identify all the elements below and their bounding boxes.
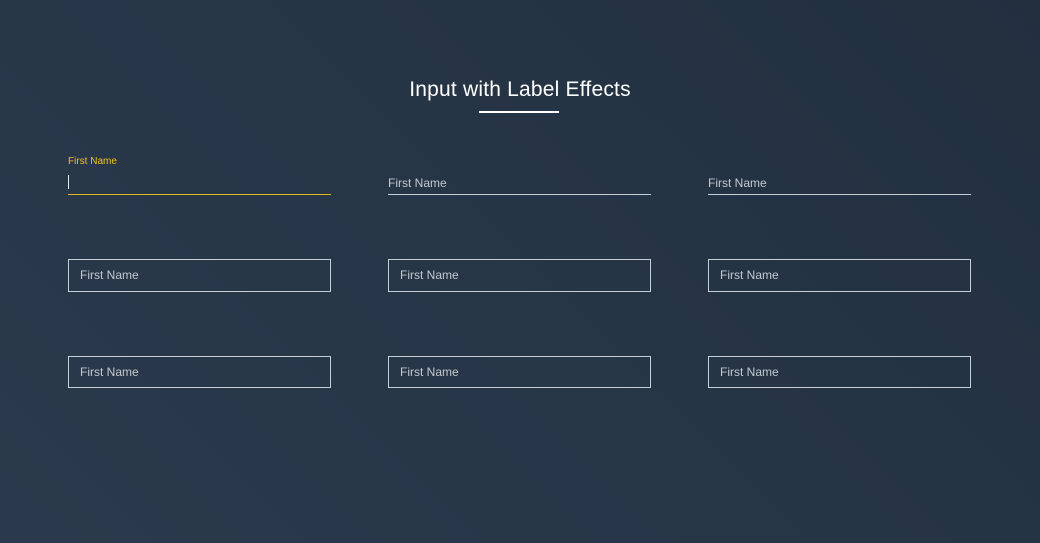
page-title: Input with Label Effects [409,78,631,101]
first-name-input-underline-1[interactable]: First Name [68,135,331,195]
first-name-input-boxed-5[interactable]: First Name [388,356,651,388]
placeholder-label: First Name [80,268,139,282]
placeholder-label: First Name [80,365,139,379]
input-underline [388,194,651,195]
placeholder-label: First Name [388,176,447,190]
input-underline [68,194,331,195]
placeholder-label: First Name [720,365,779,379]
first-name-input-boxed-2[interactable]: First Name [388,259,651,292]
placeholder-label: First Name [708,176,767,190]
first-name-input-boxed-6[interactable]: First Name [708,356,971,388]
input-underline [708,194,971,195]
first-name-input-underline-2[interactable]: First Name [388,135,651,195]
first-name-input-boxed-3[interactable]: First Name [708,259,971,292]
page: Input with Label Effects First Name Firs… [0,0,1040,543]
first-name-input-boxed-1[interactable]: First Name [68,259,331,292]
first-name-input-underline-3[interactable]: First Name [708,135,971,195]
placeholder-label: First Name [400,365,459,379]
floating-label: First Name [68,156,117,167]
placeholder-label: First Name [400,268,459,282]
first-name-input-boxed-4[interactable]: First Name [68,356,331,388]
title-underline [479,111,559,113]
text-caret [68,175,69,189]
placeholder-label: First Name [720,268,779,282]
